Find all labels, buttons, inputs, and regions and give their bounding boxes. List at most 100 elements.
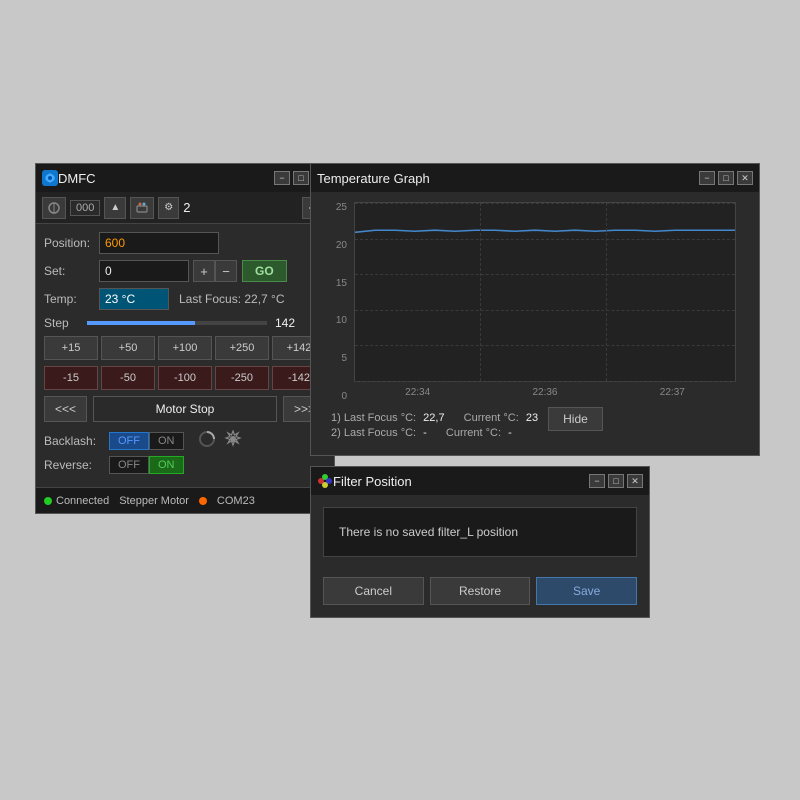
motor-type-text: Stepper Motor <box>119 495 189 507</box>
dmfc-maximize-btn[interactable]: □ <box>293 171 309 185</box>
y-label-5: 5 <box>341 353 347 364</box>
step-pos-15[interactable]: +15 <box>44 336 98 360</box>
backlash-row: Backlash: OFF ON <box>44 430 326 451</box>
step-value: 142 <box>275 316 295 330</box>
set-minus-btn[interactable]: − <box>215 260 237 282</box>
step-label: Step <box>44 316 79 330</box>
dmfc-settings-icon[interactable] <box>224 430 242 451</box>
set-plus-btn[interactable]: + <box>193 260 215 282</box>
dmfc-title: DMFC <box>58 171 271 186</box>
temp-label: Temp: <box>44 292 99 306</box>
dmfc-minimize-btn[interactable]: − <box>274 171 290 185</box>
position-input[interactable] <box>99 232 219 254</box>
step-pos-50[interactable]: +50 <box>101 336 155 360</box>
reverse-off-btn[interactable]: OFF <box>109 456 149 474</box>
y-label-15: 15 <box>336 278 347 289</box>
legend-2-value: - <box>423 427 427 439</box>
grid-h-0 <box>355 203 735 204</box>
nav-left-btn[interactable]: <<< <box>44 396 87 422</box>
port-text: COM23 <box>217 495 255 507</box>
grid-h-1 <box>355 239 735 240</box>
motor-stop-btn[interactable]: Motor Stop <box>93 396 277 422</box>
step-neg-50[interactable]: -50 <box>101 366 155 390</box>
connected-indicator <box>44 497 52 505</box>
last-focus-text: Last Focus: 22,7 °C <box>179 292 285 306</box>
step-neg-250[interactable]: -250 <box>215 366 269 390</box>
step-pos-250[interactable]: +250 <box>215 336 269 360</box>
graph-canvas: 25 20 15 10 5 0 <box>326 202 736 402</box>
set-label: Set: <box>44 264 99 278</box>
connected-text: Connected <box>56 495 109 507</box>
filter-close-btn[interactable]: ✕ <box>627 474 643 488</box>
go-button[interactable]: GO <box>242 260 287 282</box>
x-label-2234: 22:34 <box>405 387 430 398</box>
toolbar-icon2-btn[interactable] <box>130 197 154 219</box>
toolbar-badge: 000 <box>70 200 100 216</box>
temp-close-btn[interactable]: ✕ <box>737 171 753 185</box>
y-label-10: 10 <box>336 315 347 326</box>
connected-status: Connected <box>44 495 109 507</box>
reverse-label: Reverse: <box>44 458 109 472</box>
backlash-on-btn[interactable]: ON <box>149 432 184 450</box>
temp-minimize-btn[interactable]: − <box>699 171 715 185</box>
restore-button[interactable]: Restore <box>430 577 531 605</box>
temp-title-bar: Temperature Graph − □ ✕ <box>311 164 759 192</box>
step-pos-100[interactable]: +100 <box>158 336 212 360</box>
filter-minimize-btn[interactable]: − <box>589 474 605 488</box>
filter-title: Filter Position <box>333 474 586 489</box>
filter-maximize-btn[interactable]: □ <box>608 474 624 488</box>
positive-btn-grid: +15 +50 +100 +250 +142 <box>44 336 326 360</box>
legend-2-cur-val: - <box>508 427 512 439</box>
save-button[interactable]: Save <box>536 577 637 605</box>
filter-buttons: Cancel Restore Save <box>311 569 649 617</box>
toolbar-settings-btn[interactable]: ⚙ <box>158 197 179 219</box>
temp-line-svg <box>355 203 735 381</box>
temp-row: Temp: Last Focus: 22,7 °C <box>44 288 326 310</box>
legend-1-cur-label: Current °C: <box>464 412 519 424</box>
position-label: Position: <box>44 236 99 250</box>
dmfc-window: DMFC − □ ✕ 000 ▲ ⚙ 2 Position: Set: + <box>35 163 335 514</box>
negative-btn-grid: -15 -50 -100 -250 -142 <box>44 366 326 390</box>
step-neg-15[interactable]: -15 <box>44 366 98 390</box>
backlash-off-btn[interactable]: OFF <box>109 432 149 450</box>
backlash-label: Backlash: <box>44 434 109 448</box>
dmfc-toolbar: 000 ▲ ⚙ 2 <box>36 192 334 224</box>
grid-h-3 <box>355 310 735 311</box>
temp-graph-window: Temperature Graph − □ ✕ 25 20 15 10 5 0 <box>310 163 760 456</box>
legend-col-1: 1) Last Focus °C: 22,7 Current °C: 23 2)… <box>331 412 538 439</box>
step-slider[interactable] <box>87 321 267 325</box>
legend-2-cur-label: Current °C: <box>446 427 501 439</box>
x-label-2237: 22:37 <box>660 387 685 398</box>
toolbar-up-btn[interactable]: ▲ <box>104 197 126 219</box>
graph-legend: 1) Last Focus °C: 22,7 Current °C: 23 2)… <box>321 407 548 447</box>
motor-row: <<< Motor Stop >>> <box>44 396 326 422</box>
grid-v-0 <box>480 203 481 381</box>
spin-icon <box>198 430 216 451</box>
dmfc-content: Position: Set: + − GO Temp: Last Focus: … <box>36 224 334 487</box>
cancel-button[interactable]: Cancel <box>323 577 424 605</box>
filter-content: There is no saved filter_L position <box>311 495 649 569</box>
reverse-on-btn[interactable]: ON <box>149 456 184 474</box>
x-label-2236: 22:36 <box>532 387 557 398</box>
filter-message: There is no saved filter_L position <box>323 507 637 557</box>
dmfc-title-bar: DMFC − □ ✕ <box>36 164 334 192</box>
filter-title-bar: Filter Position − □ ✕ <box>311 467 649 495</box>
graph-y-axis: 25 20 15 10 5 0 <box>326 202 351 402</box>
reverse-toggle: OFF ON <box>109 456 184 474</box>
set-input[interactable] <box>99 260 189 282</box>
temp-title: Temperature Graph <box>317 171 696 186</box>
legend-2-label: 2) Last Focus °C: <box>331 427 416 439</box>
graph-x-axis: 22:34 22:36 22:37 <box>354 382 736 402</box>
toolbar-icon-btn[interactable] <box>42 197 66 219</box>
temp-maximize-btn[interactable]: □ <box>718 171 734 185</box>
backlash-toggle: OFF ON <box>109 432 184 450</box>
position-row: Position: <box>44 232 326 254</box>
dmfc-status-bar: Connected Stepper Motor COM23 <box>36 487 334 513</box>
port-indicator <box>199 497 207 505</box>
legend-line2: 2) Last Focus °C: - Current °C: - <box>331 427 538 439</box>
step-neg-100[interactable]: -100 <box>158 366 212 390</box>
temp-input[interactable] <box>99 288 169 310</box>
graph-area: 25 20 15 10 5 0 <box>311 192 759 407</box>
grid-v-1 <box>606 203 607 381</box>
hide-button[interactable]: Hide <box>548 407 603 431</box>
